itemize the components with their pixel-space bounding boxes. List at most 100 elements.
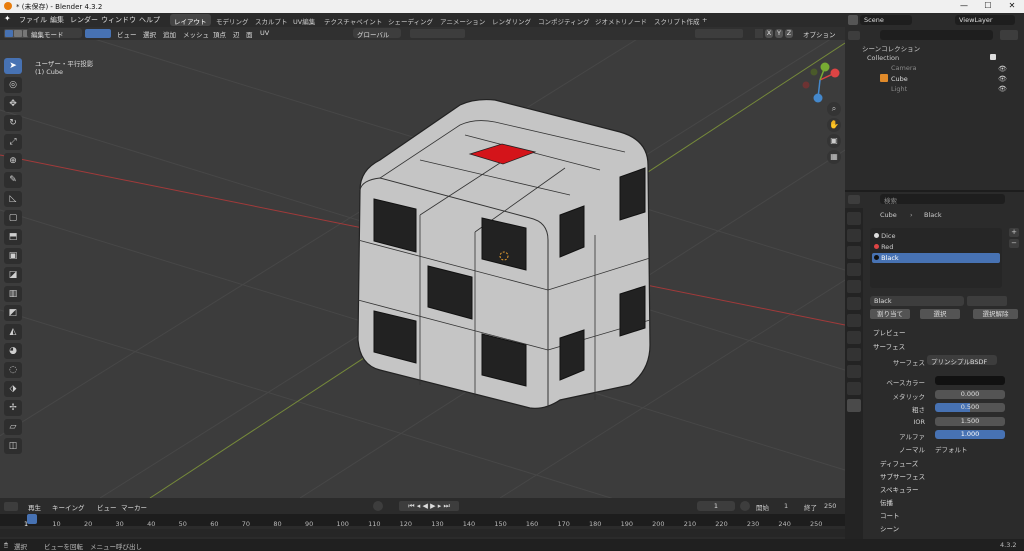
scene-field[interactable]: Scene	[860, 15, 912, 25]
move-icon[interactable]: ✥	[4, 96, 22, 112]
select-icon[interactable]: ➤	[4, 58, 22, 74]
properties-editor[interactable]: 検索 Cube › Black Dice Red Black + − Black…	[845, 192, 1024, 539]
editor-type-icon[interactable]	[4, 502, 18, 511]
panel-preview[interactable]: プレビュー	[873, 327, 906, 337]
gizmo-z[interactable]	[813, 93, 823, 103]
material-slot-black[interactable]: Black	[872, 253, 1000, 263]
menu-file[interactable]: ファイル	[19, 15, 47, 25]
inset-icon[interactable]: ▣	[4, 248, 22, 264]
extrude-icon[interactable]: ⬒	[4, 229, 22, 245]
collection-label[interactable]: Collection	[867, 54, 899, 62]
cube-mesh[interactable]	[357, 98, 651, 409]
camera-view-icon[interactable]: ▣	[827, 134, 841, 148]
add-workspace-button[interactable]: +	[698, 14, 711, 26]
navigation-gizmo[interactable]	[802, 62, 840, 103]
world-tab-icon[interactable]	[847, 297, 861, 310]
tab-rendering[interactable]: レンダリング	[488, 14, 535, 26]
current-frame-field[interactable]: 1	[697, 501, 735, 511]
tab-scripting[interactable]: スクリプト作成	[650, 14, 704, 26]
add-cube-icon[interactable]: ▢	[4, 210, 22, 226]
3d-viewport[interactable]: ユーザー・平行投影 (1) Cube ⌕ ✋ ▣ ▦	[0, 40, 845, 498]
normal-field[interactable]: デフォルト	[935, 444, 968, 454]
measure-icon[interactable]: ◺	[4, 191, 22, 207]
constraints-tab-icon[interactable]	[847, 365, 861, 378]
add-slot-button[interactable]: +	[1009, 228, 1019, 237]
annotate-icon[interactable]: ✎	[4, 172, 22, 188]
rotate-icon[interactable]: ↻	[4, 115, 22, 131]
vp-menu-vertex[interactable]: 頂点	[213, 29, 226, 39]
playback-controls[interactable]: ⏮ ◂ ◀ ▶ ▸ ⏭	[399, 501, 459, 511]
subpanel-specular[interactable]: スペキュラー	[880, 484, 919, 494]
surface-shader-field[interactable]: プリンシプルBSDF	[927, 355, 997, 366]
vp-menu-add[interactable]: 追加	[163, 29, 176, 39]
spin-icon[interactable]: ◕	[4, 343, 22, 359]
clock-icon[interactable]	[740, 501, 750, 511]
tool-tab-icon[interactable]	[847, 212, 861, 225]
shear-icon[interactable]: ▱	[4, 419, 22, 435]
edge-slide-icon[interactable]: ⬗	[4, 381, 22, 397]
outliner-item-camera[interactable]: Camera	[891, 64, 917, 72]
material-slot-list[interactable]: Dice Red Black	[870, 228, 1002, 288]
visibility-gizmo-controls[interactable]	[695, 29, 743, 38]
material-slot-red[interactable]: Red	[874, 243, 893, 251]
eye-icon[interactable]: 👁	[998, 75, 1007, 83]
ortho-toggle-icon[interactable]: ▦	[827, 150, 841, 164]
outliner[interactable]: シーンコレクション Collection Camera Cube Light 👁…	[845, 27, 1024, 190]
eye-icon[interactable]: 👁	[998, 85, 1007, 93]
snap-proportional-controls[interactable]	[410, 29, 465, 38]
scene-tab-icon[interactable]	[847, 280, 861, 293]
pan-hand-icon[interactable]: ✋	[827, 118, 841, 132]
view-layer-tab-icon[interactable]	[847, 263, 861, 276]
smooth-icon[interactable]: ◌	[4, 362, 22, 378]
mirror-icon[interactable]	[755, 29, 763, 38]
roughness-field[interactable]: 0.500	[935, 403, 1005, 412]
start-value[interactable]: 1	[784, 502, 788, 510]
properties-editor-icon[interactable]	[848, 195, 860, 204]
subpanel-transmission[interactable]: 伝播	[880, 497, 893, 507]
options-dropdown[interactable]: オプション	[803, 29, 836, 39]
object-tab-icon[interactable]	[847, 314, 861, 327]
outliner-item-cube[interactable]: Cube	[891, 75, 908, 83]
properties-tabs[interactable]	[845, 208, 863, 539]
timeline-menu-playback[interactable]: 再生	[28, 502, 41, 512]
close-button[interactable]: ✕	[1000, 0, 1024, 13]
maximize-button[interactable]: ☐	[976, 0, 1000, 13]
alpha-field[interactable]: 1.000	[935, 430, 1005, 439]
outliner-search-input[interactable]	[880, 30, 993, 40]
tab-geometry-nodes[interactable]: ジオメトリノード	[591, 14, 651, 26]
axis-z-toggle[interactable]: Z	[785, 29, 793, 38]
gizmo-x[interactable]	[830, 68, 840, 78]
outliner-item-light[interactable]: Light	[891, 85, 907, 93]
playhead[interactable]	[27, 514, 37, 524]
timeline[interactable]: 再生 キーイング ビュー マーカー ⏮ ◂ ◀ ▶ ▸ ⏭ 1 開始 1 終了 …	[0, 498, 845, 540]
render-tab-icon[interactable]	[847, 229, 861, 242]
panel-surface[interactable]: サーフェス	[873, 341, 905, 351]
viewlayer-field[interactable]: ViewLayer	[955, 15, 1015, 25]
collection-checkbox[interactable]	[990, 54, 996, 60]
physics-tab-icon[interactable]	[847, 348, 861, 361]
filter-icon[interactable]	[1000, 30, 1018, 40]
subpanel-subsurface[interactable]: サブサーフェス	[880, 471, 925, 481]
ior-field[interactable]: 1.500	[935, 417, 1005, 426]
timeline-menu-view[interactable]: ビュー	[97, 502, 117, 512]
menu-window[interactable]: ウィンドウ	[101, 15, 136, 25]
scale-icon[interactable]: ⤢	[4, 134, 22, 150]
tab-animation[interactable]: アニメーション	[436, 14, 489, 26]
gizmo-y[interactable]	[820, 62, 830, 72]
subpanel-sheen[interactable]: シーン	[880, 523, 899, 533]
vp-menu-uv[interactable]: UV	[260, 29, 269, 37]
eye-icon[interactable]: 👁	[998, 65, 1007, 73]
menu-help[interactable]: ヘルプ	[139, 15, 160, 25]
transform-orientation-dropdown[interactable]: グローバル	[353, 28, 401, 39]
tab-texture-paint[interactable]: テクスチャペイント	[320, 14, 386, 26]
tab-compositing[interactable]: コンポジティング	[534, 14, 594, 26]
rip-icon[interactable]: ◫	[4, 438, 22, 454]
polybuild-icon[interactable]: ◭	[4, 324, 22, 340]
metallic-field[interactable]: 0.000	[935, 390, 1005, 399]
scene-icon[interactable]	[848, 15, 858, 25]
data-tab-icon[interactable]	[847, 382, 861, 395]
tab-layout[interactable]: レイアウト	[170, 14, 211, 26]
scene-collection-label[interactable]: シーンコレクション	[862, 43, 920, 53]
vp-menu-mesh[interactable]: メッシュ	[183, 29, 209, 39]
transform-icon[interactable]: ⊕	[4, 153, 22, 169]
